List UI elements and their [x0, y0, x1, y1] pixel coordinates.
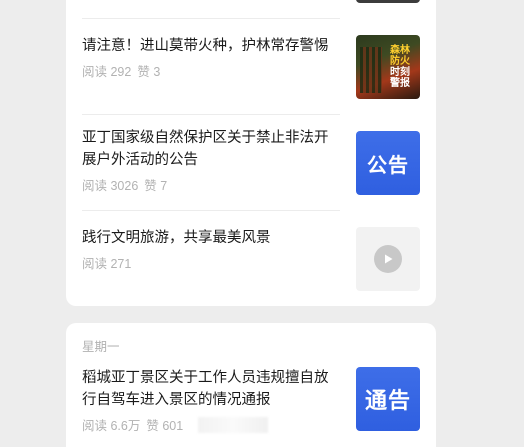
article-item-fire-prevention[interactable]: 请注意！进山莫带火种，护林常存警惕 阅读 292 赞 3 森林 防火 时刻 警报 — [82, 33, 420, 103]
weekday-label: 星期一 — [82, 340, 120, 354]
video-thumbnail[interactable] — [356, 227, 420, 291]
article-item-staff-violation-report[interactable]: 稻城亚丁景区关于工作人员违规擅自放行自驾车进入景区的情况通报 阅读 6.6万赞 … — [82, 367, 420, 437]
like-count: 赞 7 — [144, 179, 168, 193]
article-card-group-monday: 星期一 稻城亚丁景区关于工作人员违规擅自放行自驾车进入景区的情况通报 阅读 6.… — [66, 323, 436, 447]
divider — [82, 114, 340, 115]
play-icon[interactable] — [374, 245, 402, 273]
article-card-group: 请注意！进山莫带火种，护林常存警惕 阅读 292 赞 3 森林 防火 时刻 警报 … — [66, 0, 436, 306]
divider — [82, 18, 340, 19]
read-count: 阅读 292 — [82, 65, 132, 79]
forest-image — [360, 47, 382, 93]
blurred-region — [198, 417, 268, 433]
previous-article-thumbnail[interactable] — [356, 0, 420, 3]
article-meta: 阅读 6.6万赞 601 — [82, 415, 268, 434]
article-title[interactable]: 亚丁国家级自然保护区关于禁止非法开展户外活动的公告 — [82, 127, 340, 171]
read-count: 阅读 3026 — [82, 179, 139, 193]
like-count: 赞 3 — [137, 65, 161, 79]
article-title[interactable]: 稻城亚丁景区关于工作人员违规擅自放行自驾车进入景区的情况通报 — [82, 367, 340, 411]
article-meta: 阅读 271 — [82, 253, 131, 272]
announcement-thumbnail[interactable]: 公告 — [356, 131, 420, 195]
notice-thumbnail[interactable]: 通告 — [356, 367, 420, 431]
read-count: 阅读 6.6万 — [82, 419, 141, 433]
article-meta: 阅读 292 赞 3 — [82, 61, 160, 80]
forest-fire-prevention-thumbnail[interactable]: 森林 防火 时刻 警报 — [356, 35, 420, 99]
read-count: 阅读 271 — [82, 257, 132, 271]
article-item-civilized-tourism[interactable]: 践行文明旅游，共享最美风景 阅读 271 — [82, 225, 420, 295]
divider — [82, 210, 340, 211]
article-item-protection-notice[interactable]: 亚丁国家级自然保护区关于禁止非法开展户外活动的公告 阅读 3026 赞 7 公告 — [82, 129, 420, 199]
article-meta: 阅读 3026 赞 7 — [82, 175, 167, 194]
thumbnail-caption: 森林 防火 时刻 警报 — [390, 45, 410, 89]
article-title[interactable]: 请注意！进山莫带火种，护林常存警惕 — [82, 35, 340, 57]
article-title[interactable]: 践行文明旅游，共享最美风景 — [82, 227, 340, 249]
like-count: 赞 601 — [146, 419, 184, 433]
